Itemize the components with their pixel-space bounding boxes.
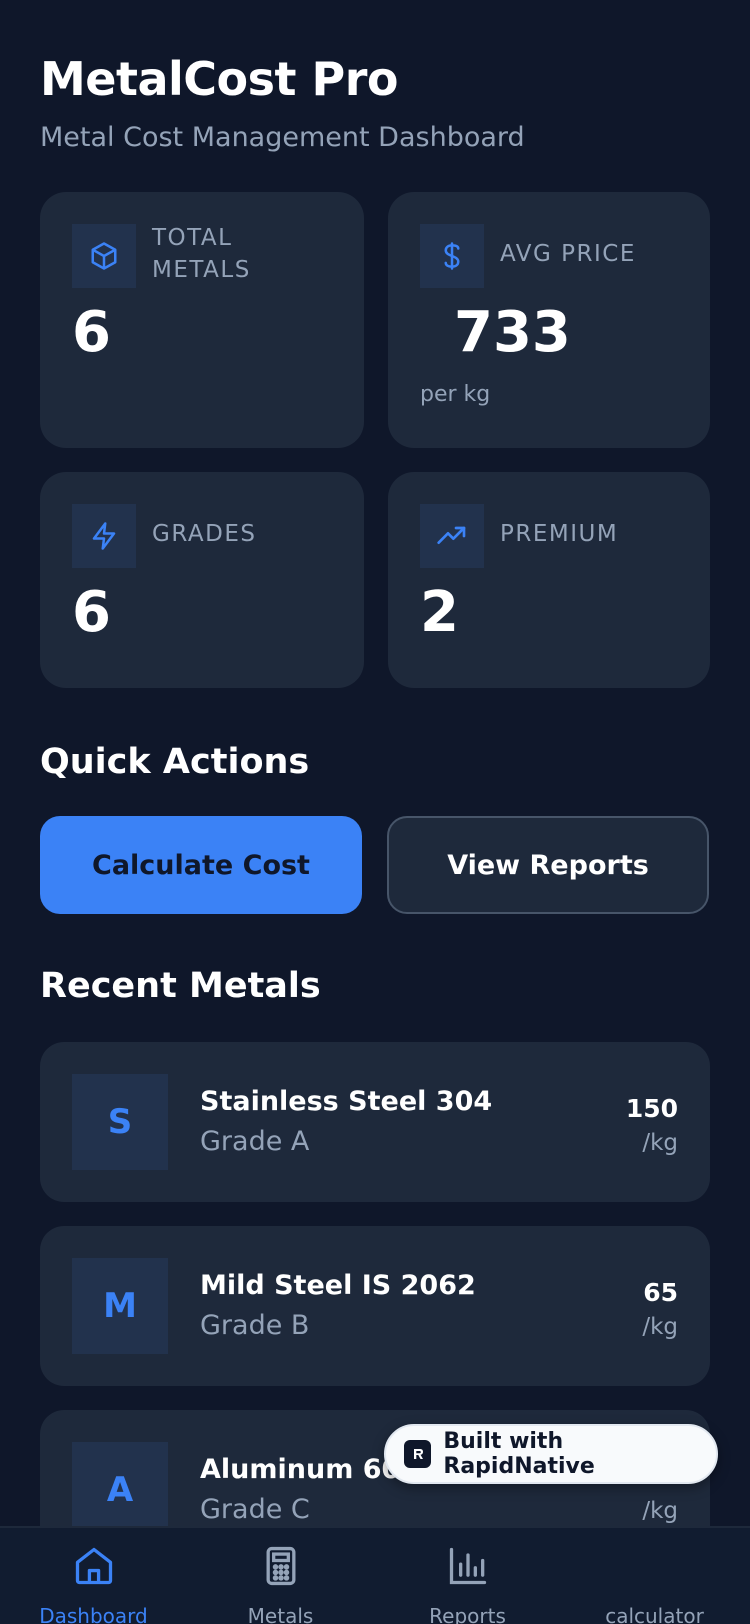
- view-reports-button[interactable]: View Reports: [387, 816, 709, 914]
- metal-grade: Grade A: [200, 1126, 310, 1157]
- tab-dashboard[interactable]: Dashboard: [0, 1528, 187, 1624]
- badge-label: Built with RapidNative: [443, 1429, 595, 1479]
- metal-price: 65: [643, 1278, 678, 1307]
- app-subtitle: Metal Cost Management Dashboard: [40, 122, 525, 153]
- stat-value: 2: [420, 580, 459, 645]
- stat-label: AVG PRICE: [500, 241, 636, 267]
- tab-label: Metals: [247, 1604, 314, 1624]
- quick-actions-title: Quick Actions: [40, 742, 310, 782]
- dollar-icon: [420, 224, 484, 288]
- calculate-cost-button[interactable]: Calculate Cost: [40, 816, 362, 914]
- rapidnative-logo-icon: [404, 1440, 432, 1468]
- stat-card-total-metals: TOTAL METALS 6: [40, 192, 364, 448]
- tab-reports[interactable]: Reports: [374, 1528, 561, 1624]
- dashboard-screen: MetalCost Pro Metal Cost Management Dash…: [0, 0, 750, 1624]
- home-icon: [72, 1544, 116, 1592]
- tab-calculator[interactable]: calculator: [561, 1528, 748, 1624]
- rapidnative-badge[interactable]: Built with RapidNative: [384, 1424, 718, 1484]
- metal-price: 150: [625, 1094, 678, 1123]
- tab-label: Dashboard: [39, 1604, 148, 1624]
- stat-value: 6: [72, 300, 111, 365]
- metal-price-unit: /kg: [642, 1314, 678, 1340]
- metal-name: Mild Steel IS 2062: [200, 1270, 476, 1301]
- stat-label: TOTAL METALS: [152, 225, 251, 283]
- metal-price-unit: /kg: [642, 1130, 678, 1156]
- trending-up-icon: [420, 504, 484, 568]
- stat-label: PREMIUM: [500, 521, 619, 547]
- tab-metals[interactable]: Metals: [187, 1528, 374, 1624]
- metal-price-unit: /kg: [642, 1498, 678, 1524]
- app-title: MetalCost Pro: [40, 52, 399, 106]
- bottom-tab-bar: Dashboard Metals Reports calculator: [0, 1526, 750, 1624]
- stat-label: GRADES: [152, 521, 257, 547]
- metal-avatar: A: [72, 1442, 168, 1538]
- metal-grade: Grade C: [200, 1494, 310, 1525]
- stat-value: 6: [72, 580, 111, 645]
- recent-metals-title: Recent Metals: [40, 966, 321, 1006]
- stat-card-grades: GRADES 6: [40, 472, 364, 688]
- bar-chart-icon: [446, 1544, 490, 1592]
- calculator-icon: [259, 1544, 303, 1592]
- metal-list-item[interactable]: M Mild Steel IS 2062 Grade B 65 /kg: [40, 1226, 710, 1386]
- metal-name: Aluminum 60: [200, 1454, 401, 1485]
- metal-name: Stainless Steel 304: [200, 1086, 493, 1117]
- metal-grade: Grade B: [200, 1310, 310, 1341]
- cube-icon: [72, 224, 136, 288]
- metal-avatar: S: [72, 1074, 168, 1170]
- tab-label: calculator: [605, 1604, 704, 1624]
- stat-value: 733: [454, 300, 571, 365]
- stat-unit: per kg: [420, 382, 491, 407]
- stat-card-premium: PREMIUM 2: [388, 472, 710, 688]
- metal-list-item[interactable]: S Stainless Steel 304 Grade A 150 /kg: [40, 1042, 710, 1202]
- tab-label: Reports: [429, 1604, 506, 1624]
- metal-avatar: M: [72, 1258, 168, 1354]
- lightning-icon: [72, 504, 136, 568]
- stat-card-avg-price: AVG PRICE 733 per kg: [388, 192, 710, 448]
